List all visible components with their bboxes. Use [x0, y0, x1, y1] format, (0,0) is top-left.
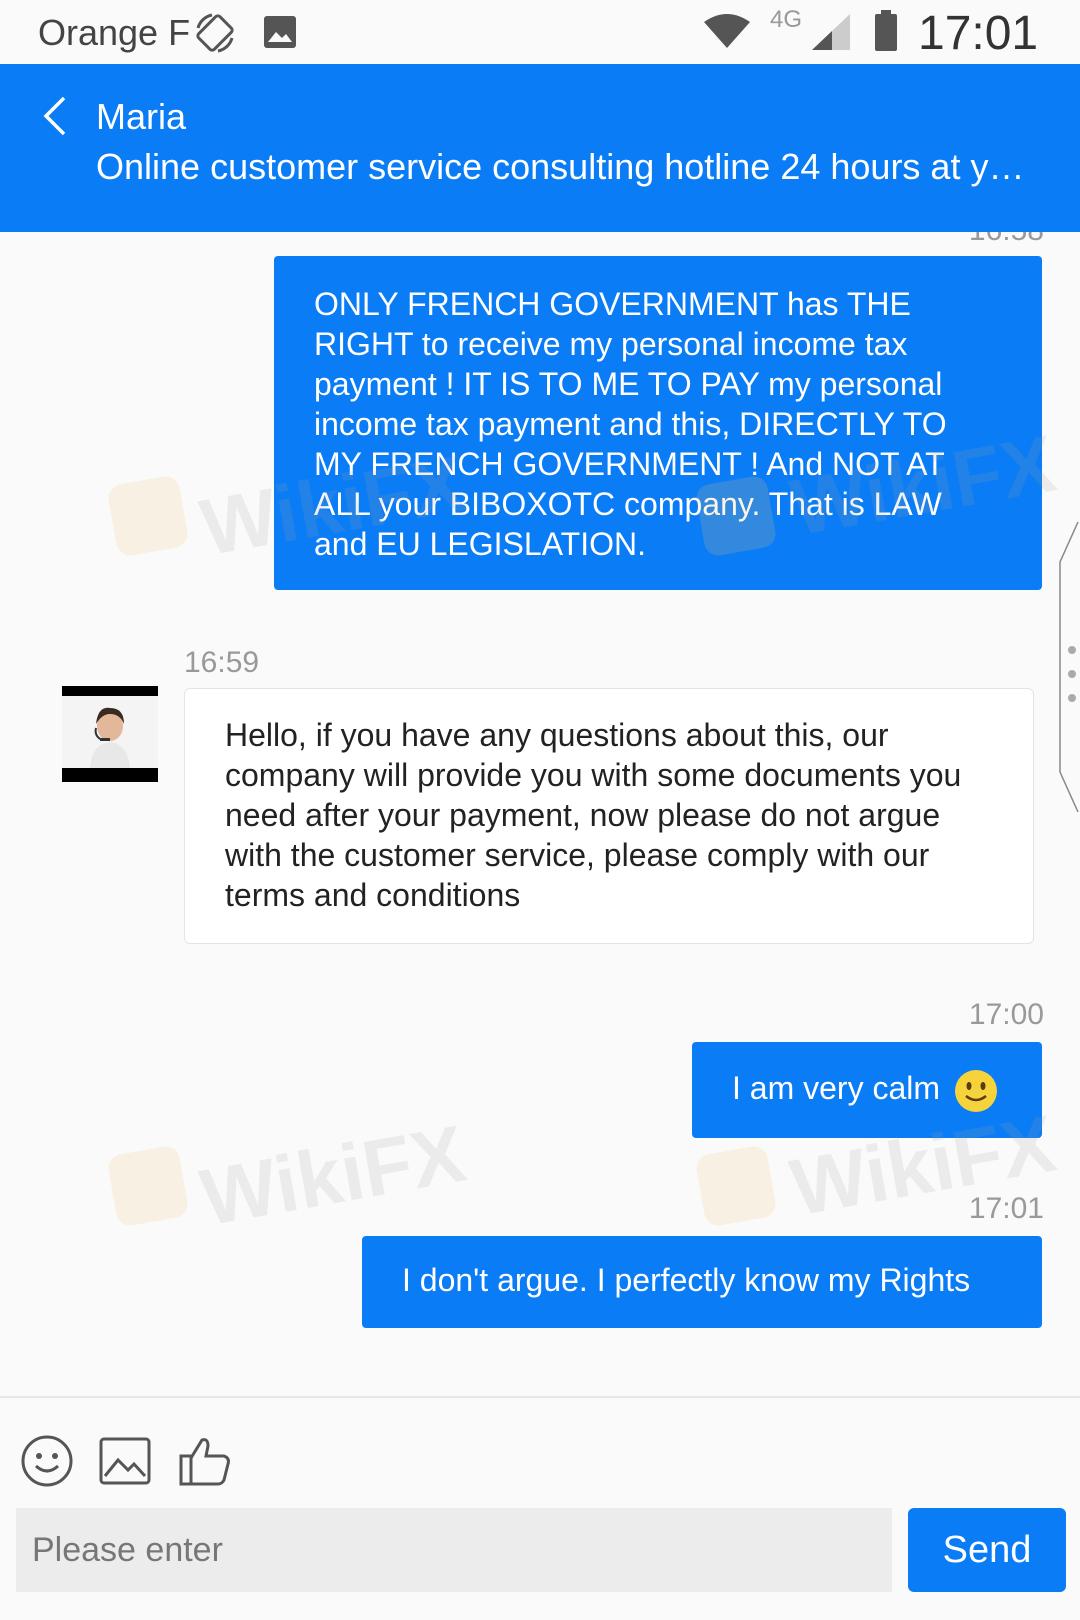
- wifi-icon: [704, 14, 750, 48]
- contact-subtitle: Online customer service consulting hotli…: [96, 146, 1025, 187]
- clock: 17:01: [918, 7, 1039, 60]
- outgoing-message[interactable]: I don't argue. I perfectly know my Right…: [362, 1236, 1042, 1328]
- smiley-emoji: [954, 1069, 997, 1112]
- message-timestamp: 16:59: [184, 646, 260, 679]
- chat-messages[interactable]: 16:58 ONLY FRENCH GOVERNMENT has THE RIG…: [0, 232, 1080, 1396]
- thumbs-up-icon[interactable]: [178, 1434, 232, 1488]
- input-divider: [0, 1396, 1080, 1398]
- chat-header: Maria Online customer service consulting…: [0, 64, 1080, 232]
- send-button[interactable]: Send: [908, 1508, 1066, 1592]
- contact-name: Maria: [96, 96, 187, 137]
- battery-icon: [875, 10, 897, 51]
- message-input[interactable]: [16, 1508, 892, 1592]
- message-timestamp: 16:58: [969, 232, 1044, 248]
- carrier-label: Orange F: [38, 12, 191, 53]
- image-icon: [264, 16, 296, 48]
- incoming-message[interactable]: Hello, if you have any questions about t…: [184, 688, 1034, 944]
- signal-icon: [812, 14, 850, 50]
- emoji-icon[interactable]: [20, 1434, 74, 1488]
- network-type-label: 4G: [770, 6, 803, 33]
- back-icon[interactable]: [40, 94, 70, 138]
- agent-photo: [62, 696, 158, 768]
- scroll-handle[interactable]: [1050, 522, 1080, 812]
- message-timestamp: 17:00: [968, 998, 1044, 1031]
- status-bar: Orange F 4G 17:01: [0, 0, 1080, 64]
- picture-icon[interactable]: [98, 1434, 152, 1488]
- message-text: I am very calm: [732, 1070, 941, 1106]
- avatar[interactable]: [62, 686, 158, 782]
- rotate-icon: [196, 13, 234, 53]
- outgoing-message[interactable]: I am very calm: [692, 1042, 1042, 1138]
- outgoing-message[interactable]: ONLY FRENCH GOVERNMENT has THE RIGHT to …: [274, 256, 1042, 590]
- message-timestamp: 17:01: [968, 1192, 1044, 1225]
